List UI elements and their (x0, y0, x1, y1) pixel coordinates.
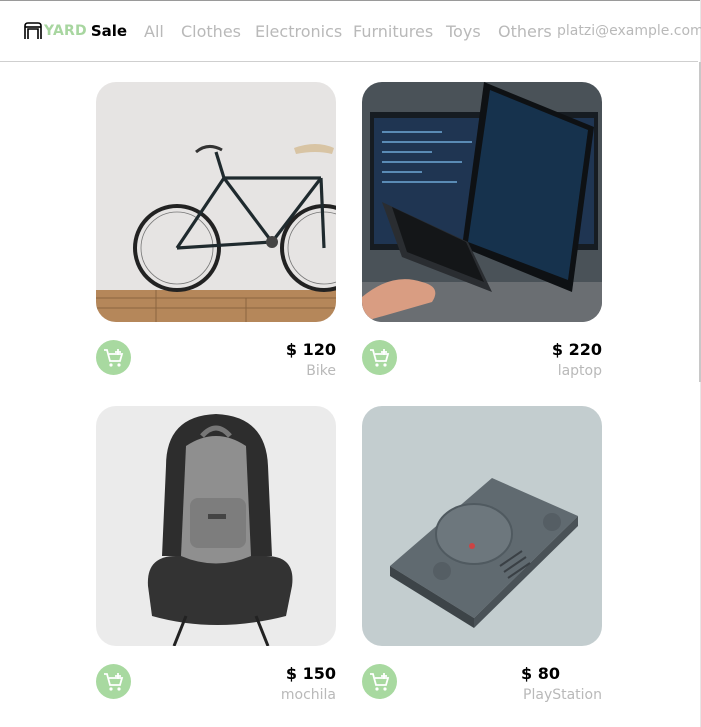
nav-item-all[interactable]: All (144, 22, 164, 41)
add-to-cart-button[interactable] (96, 340, 131, 375)
shop-icon (24, 22, 42, 39)
nav-item-furnitures[interactable]: Furnitures (353, 22, 433, 41)
product-card: $ 80 PlayStation (362, 406, 602, 703)
add-to-cart-button[interactable] (362, 664, 397, 699)
product-name: Bike (306, 363, 336, 379)
add-to-cart-button[interactable] (96, 664, 131, 699)
product-price: $ 150 (285, 664, 336, 683)
product-name: laptop (557, 363, 602, 379)
add-to-cart-icon (369, 348, 389, 367)
product-image-bike[interactable] (96, 82, 336, 322)
product-image-playstation[interactable] (362, 406, 602, 646)
product-card: $ 150 mochila (96, 406, 336, 703)
product-price: $ 120 (285, 340, 336, 359)
product-image-laptop[interactable] (362, 82, 602, 322)
product-card: $ 120 Bike (96, 82, 336, 379)
bike-image (96, 82, 336, 322)
add-to-cart-icon (369, 672, 389, 691)
user-email[interactable]: platzi@example.com (557, 23, 701, 39)
product-price: $ 220 (551, 340, 602, 359)
backpack-image (96, 406, 336, 646)
playstation-image (362, 406, 602, 646)
brand-sale: Sale (90, 22, 128, 40)
product-price: $ 80 (521, 664, 560, 683)
add-to-cart-button[interactable] (362, 340, 397, 375)
product-image-mochila[interactable] (96, 406, 336, 646)
product-card: $ 220 laptop (362, 82, 602, 379)
brand-yard: YARD (44, 23, 87, 39)
nav-item-electronics[interactable]: Electronics (255, 22, 342, 41)
laptop-image (362, 82, 602, 322)
nav-item-toys[interactable]: Toys (446, 22, 481, 41)
brand-logo[interactable]: YARD Sale (23, 20, 127, 42)
nav-item-clothes[interactable]: Clothes (181, 22, 241, 41)
product-name: mochila (280, 687, 336, 703)
nav-item-others[interactable]: Others (498, 22, 552, 41)
add-to-cart-icon (103, 348, 123, 367)
product-name: PlayStation (523, 687, 602, 703)
add-to-cart-icon (103, 672, 123, 691)
navbar: YARD Sale All Clothes Electronics Furnit… (0, 0, 701, 62)
